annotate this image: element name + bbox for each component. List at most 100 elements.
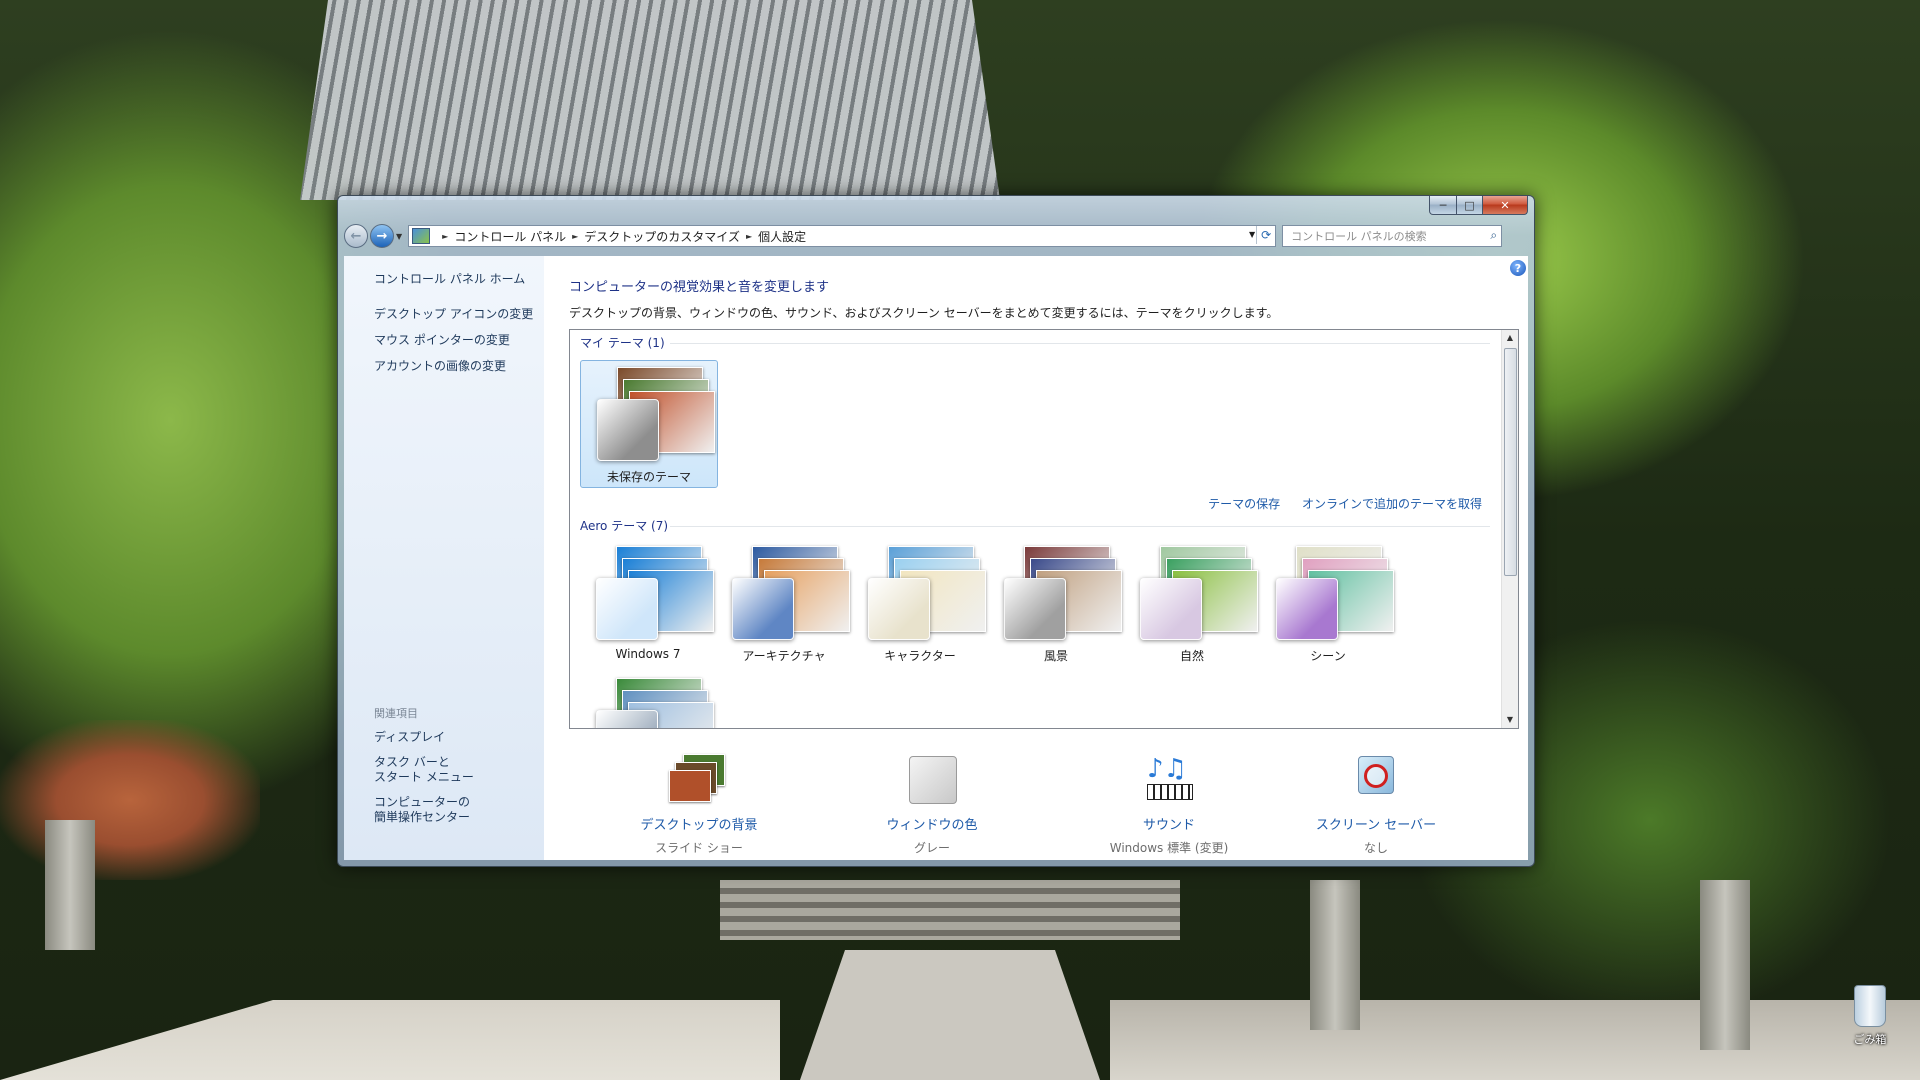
- setting-label[interactable]: スクリーン セーバー: [1281, 814, 1471, 833]
- stone-lantern: [1310, 880, 1360, 1030]
- setting-value: グレー: [913, 841, 950, 855]
- arrow-right-icon: →: [376, 228, 388, 244]
- address-dropdown-icon[interactable]: ▼: [1249, 230, 1255, 239]
- window-color-icon: [902, 754, 962, 804]
- search-box[interactable]: ⌕: [1282, 225, 1503, 247]
- chevron-right-icon[interactable]: ►: [442, 232, 448, 241]
- close-button[interactable]: ✕: [1483, 196, 1528, 215]
- page-description: デスクトップの背景、ウィンドウの色、サウンド、およびスクリーン セーバーをまとめ…: [569, 306, 1279, 320]
- theme-tile-partial[interactable]: [580, 672, 716, 728]
- back-button[interactable]: ←: [344, 224, 368, 248]
- temple-roof: [300, 0, 1000, 200]
- theme-label: キャラクター: [884, 649, 956, 663]
- address-bar[interactable]: ► コントロール パネル ► デスクトップのカスタマイズ ► 個人設定 ▼ ⟳: [408, 225, 1277, 247]
- theme-preview: [1272, 546, 1394, 640]
- theme-tile-nature[interactable]: 自然: [1124, 540, 1260, 666]
- sound-icon: ♪♫: [1139, 754, 1199, 804]
- sidebar-taskbar-start-menu[interactable]: タスク バーと スタート メニュー: [374, 755, 474, 785]
- sidebar-tasks: コントロール パネル ホーム デスクトップ アイコンの変更 マウス ポインターの…: [374, 272, 533, 385]
- sidebar: コントロール パネル ホーム デスクトップ アイコンの変更 マウス ポインターの…: [344, 256, 544, 860]
- scroll-down-icon[interactable]: ▼: [1502, 712, 1518, 728]
- theme-label: 未保存のテーマ: [606, 470, 691, 484]
- window-color-swatch: [597, 399, 659, 461]
- get-more-themes-link[interactable]: オンラインで追加のテーマを取得: [1302, 497, 1482, 511]
- theme-preview: [592, 678, 714, 728]
- window-color-setting[interactable]: ウィンドウの色 グレー: [837, 754, 1027, 856]
- screen-saver-setting[interactable]: スクリーン セーバー なし: [1281, 754, 1471, 856]
- window-color-swatch: [596, 710, 658, 728]
- theme-tile-landscapes[interactable]: 風景: [988, 540, 1124, 666]
- desktop-background-icon: [669, 754, 729, 804]
- theme-list-scrollbar[interactable]: ▲ ▼: [1501, 330, 1518, 728]
- theme-preview: [592, 546, 714, 640]
- breadcrumb-desktop-customization[interactable]: デスクトップのカスタマイズ: [584, 228, 740, 245]
- my-themes-header[interactable]: マイ テーマ (1): [580, 334, 665, 351]
- recycle-bin[interactable]: ごみ箱: [1840, 985, 1900, 1047]
- breadcrumb-control-panel[interactable]: コントロール パネル: [454, 228, 566, 245]
- sidebar-related: 関連項目 ディスプレイ タスク バーと スタート メニュー コンピューターの 簡…: [374, 705, 474, 835]
- window-color-swatch: [732, 578, 794, 640]
- window-color-swatch: [1276, 578, 1338, 640]
- sidebar-control-panel-home[interactable]: コントロール パネル ホーム: [374, 272, 533, 287]
- setting-label[interactable]: デスクトップの背景: [604, 814, 794, 833]
- theme-label: Windows 7: [615, 647, 681, 661]
- setting-label[interactable]: サウンド: [1074, 814, 1264, 833]
- setting-value: なし: [1363, 841, 1388, 855]
- stone-path: [800, 950, 1100, 1080]
- theme-tile-characters[interactable]: キャラクター: [852, 540, 988, 666]
- sound-setting[interactable]: ♪♫ サウンド Windows 標準 (変更): [1074, 754, 1264, 856]
- theme-tile-architecture[interactable]: アーキテクチャ: [716, 540, 852, 666]
- navigation-bar: ← → ▼ ► コントロール パネル ► デスクトップのカスタマイズ ► 個人設…: [344, 224, 1528, 248]
- theme-preview: [864, 546, 986, 640]
- theme-label: 自然: [1179, 649, 1204, 663]
- search-icon[interactable]: ⌕: [1490, 228, 1497, 243]
- recent-pages-dropdown-icon[interactable]: ▼: [396, 232, 402, 241]
- theme-list[interactable]: マイ テーマ (1) 未保存のテーマ テーマの保存 オンラインで追加のテーマを取…: [569, 329, 1519, 729]
- sidebar-change-account-picture[interactable]: アカウントの画像の変更: [374, 359, 533, 374]
- theme-tile-unsaved[interactable]: 未保存のテーマ: [580, 360, 718, 488]
- client-area: コントロール パネル ホーム デスクトップ アイコンの変更 マウス ポインターの…: [344, 256, 1528, 860]
- save-theme-link[interactable]: テーマの保存: [1208, 497, 1280, 511]
- caption-buttons: ─ □ ✕: [1429, 196, 1528, 215]
- sidebar-ease-of-access[interactable]: コンピューターの 簡単操作センター: [374, 795, 474, 825]
- window-color-swatch: [1140, 578, 1202, 640]
- stone-lantern: [45, 820, 95, 950]
- setting-value: Windows 標準 (変更): [1109, 841, 1229, 855]
- scroll-thumb[interactable]: [1504, 348, 1517, 576]
- sidebar-change-desktop-icons[interactable]: デスクトップ アイコンの変更: [374, 307, 533, 322]
- setting-label[interactable]: ウィンドウの色: [837, 814, 1027, 833]
- chevron-right-icon[interactable]: ►: [746, 232, 752, 241]
- gravel-ground-left: [0, 1000, 780, 1080]
- theme-tile-windows7[interactable]: Windows 7: [580, 540, 716, 666]
- desktop-background-setting[interactable]: デスクトップの背景 スライド ショー: [604, 754, 794, 856]
- breadcrumb-personalization[interactable]: 個人設定: [758, 228, 806, 245]
- theme-preview: [1136, 546, 1258, 640]
- theme-label: 風景: [1043, 649, 1068, 663]
- chevron-right-icon[interactable]: ►: [572, 232, 578, 241]
- sidebar-change-mouse-pointers[interactable]: マウス ポインターの変更: [374, 333, 533, 348]
- screen-saver-icon: [1346, 754, 1406, 804]
- related-header: 関連項目: [374, 707, 418, 720]
- theme-links: テーマの保存 オンラインで追加のテーマを取得: [1190, 495, 1482, 512]
- help-icon[interactable]: ?: [1510, 260, 1526, 276]
- forward-button[interactable]: →: [370, 224, 394, 248]
- maple-tree: [0, 720, 260, 880]
- minimize-button[interactable]: ─: [1429, 196, 1457, 215]
- refresh-icon[interactable]: ⟳: [1256, 226, 1275, 244]
- aero-themes-header[interactable]: Aero テーマ (7): [580, 517, 668, 534]
- window-color-swatch: [868, 578, 930, 640]
- gravel-ground-right: [1110, 1000, 1920, 1080]
- stone-steps: [720, 880, 1180, 940]
- arrow-left-icon: ←: [350, 228, 362, 244]
- scroll-up-icon[interactable]: ▲: [1502, 330, 1518, 346]
- control-panel-icon: [412, 228, 431, 244]
- theme-preview: [728, 546, 850, 640]
- recycle-bin-label: ごみ箱: [1853, 1033, 1887, 1046]
- theme-tile-scenes[interactable]: シーン: [1260, 540, 1396, 666]
- maximize-button[interactable]: □: [1457, 196, 1483, 215]
- search-input[interactable]: [1289, 228, 1484, 244]
- window-color-swatch: [1004, 578, 1066, 640]
- sidebar-display[interactable]: ディスプレイ: [374, 730, 474, 745]
- theme-preview: [1000, 546, 1122, 640]
- theme-label: アーキテクチャ: [742, 649, 826, 663]
